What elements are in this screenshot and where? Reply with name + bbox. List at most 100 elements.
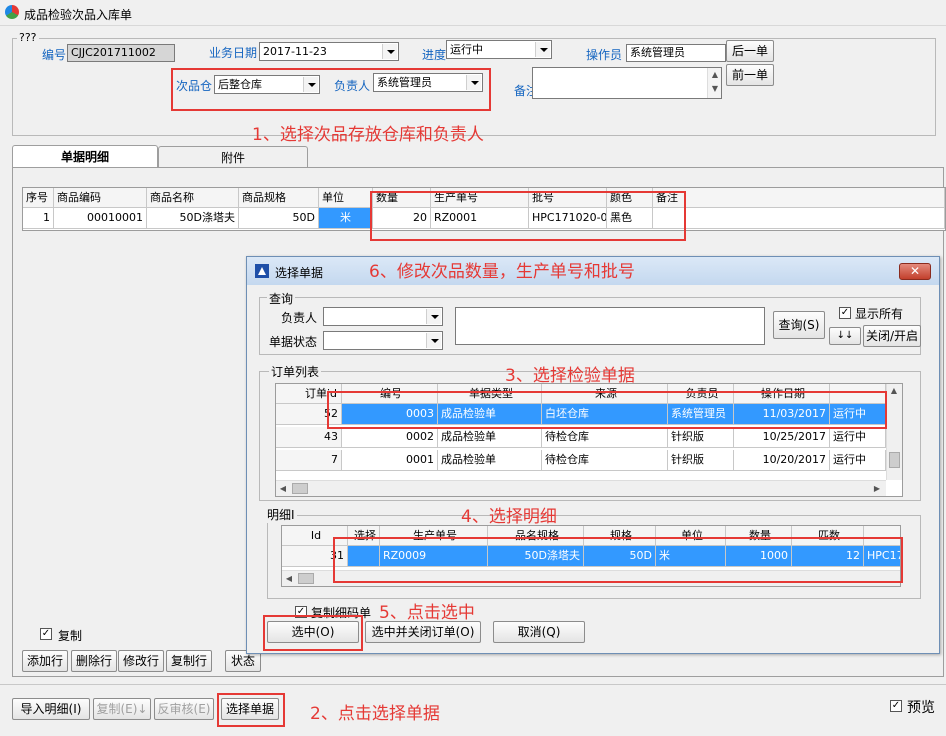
scroll-thumb[interactable] [292, 483, 308, 494]
dialog-status-select[interactable] [323, 331, 443, 350]
dialog-app-icon [255, 264, 269, 278]
annotation-6: 6、修改次品数量，生产单号和批号 [369, 262, 635, 282]
dialog-status-label: 单据状态 [269, 335, 318, 349]
scroll-thumb[interactable] [889, 452, 900, 468]
query-label: 查询 [267, 290, 296, 307]
expand-button[interactable]: ↓↓ [829, 327, 861, 345]
cell[interactable]: 针织版 [668, 427, 734, 448]
chevron-down-icon[interactable] [382, 44, 397, 59]
highlight-box-detail [333, 537, 903, 583]
cancel-button[interactable]: 取消(Q) [493, 621, 585, 643]
remark-scrollbar[interactable]: ▲ ▼ [707, 68, 721, 98]
cell[interactable]: 43 [276, 427, 342, 448]
highlight-box-select [263, 615, 363, 651]
window-title: 成品检验次品入库单 [24, 8, 133, 22]
col-header[interactable]: 商品规格 [239, 188, 319, 208]
col-header[interactable]: 备注 [653, 188, 945, 208]
toggle-button[interactable]: 关闭/开启 [863, 325, 921, 347]
cell[interactable]: 0001 [342, 450, 438, 471]
cell[interactable]: 运行中 [830, 450, 886, 471]
scroll-up-icon[interactable]: ▲ [887, 384, 901, 398]
divider [0, 684, 946, 685]
edit-row-button[interactable]: 修改行 [118, 650, 164, 672]
show-all-checkbox[interactable]: ✓ [839, 307, 851, 319]
cell[interactable] [653, 208, 945, 229]
table-row[interactable]: 43 0002 成品检验单 待检仓库 针织版 10/25/2017 运行中 [276, 427, 886, 450]
highlight-box-order [327, 391, 887, 429]
cell[interactable]: 10/25/2017 [734, 427, 830, 448]
chevron-down-icon[interactable] [426, 309, 441, 324]
annotation-5: 5、点击选中 [379, 603, 475, 623]
unapprove-button[interactable]: 反审核(E) [154, 698, 214, 720]
col-header[interactable]: 单位 [319, 188, 373, 208]
tab-detail[interactable]: 单据明细 [12, 145, 158, 168]
cell[interactable]: 针织版 [668, 450, 734, 471]
order-horizontal-scrollbar[interactable]: ◀ ▶ [276, 480, 886, 496]
remark-textarea[interactable]: ▲ ▼ [532, 67, 722, 99]
scroll-up-icon[interactable]: ▲ [708, 68, 722, 82]
col-header[interactable]: 商品编码 [54, 188, 147, 208]
highlight-box-select-doc [217, 693, 285, 727]
highlight-box-warehouse [171, 68, 491, 111]
copy-down-button[interactable]: 复制(E)↓ [93, 698, 151, 720]
title-bar [0, 0, 946, 26]
operator-field[interactable]: 系统管理员 [626, 44, 726, 62]
date-picker[interactable]: 2017-11-23 [259, 42, 399, 61]
preview-checkbox[interactable]: ✓ [890, 700, 902, 712]
annotation-1: 1、选择次品存放仓库和负责人 [252, 125, 484, 145]
delete-row-button[interactable]: 删除行 [71, 650, 117, 672]
select-close-button[interactable]: 选中并关闭订单(O) [365, 621, 481, 643]
cell[interactable]: 7 [276, 450, 342, 471]
select-document-dialog: 选择单据 ✕ 6、修改次品数量，生产单号和批号 查询 负责人 单据状态 查询(S… [246, 256, 940, 654]
cell[interactable]: 10/20/2017 [734, 450, 830, 471]
close-icon[interactable]: ✕ [899, 263, 931, 280]
cell[interactable]: 50D [239, 208, 319, 229]
preview-label: 预览 [907, 700, 935, 716]
cell[interactable]: 00010001 [54, 208, 147, 229]
chevron-down-icon[interactable] [426, 333, 441, 348]
cell[interactable]: 成品检验单 [438, 427, 542, 448]
annotation-2: 2、点击选择单据 [310, 704, 440, 724]
scroll-left-icon[interactable]: ◀ [282, 572, 296, 586]
copy-row-button[interactable]: 复制行 [166, 650, 212, 672]
annotation-4: 4、选择明细 [461, 507, 557, 527]
copy-label: 复制 [58, 629, 83, 643]
add-row-button[interactable]: 添加行 [22, 650, 68, 672]
col-header[interactable]: 商品名称 [147, 188, 239, 208]
cell[interactable]: 0002 [342, 427, 438, 448]
cell[interactable]: 运行中 [830, 427, 886, 448]
code-field[interactable]: CJJC201711002 [67, 44, 175, 62]
cell[interactable]: 待检仓库 [542, 427, 668, 448]
cell[interactable]: 50D涤塔夫 [147, 208, 239, 229]
query-button[interactable]: 查询(S) [773, 311, 825, 339]
show-all-label: 显示所有 [855, 307, 904, 321]
progress-value: 运行中 [450, 43, 483, 56]
scroll-thumb[interactable] [298, 573, 314, 584]
header-group-label: ??? [17, 31, 39, 44]
import-detail-button[interactable]: 导入明细(I) [12, 698, 90, 720]
prev-record-button[interactable]: 前一单 [726, 64, 774, 86]
dialog-title: 选择单据 [275, 266, 324, 280]
query-text-field[interactable] [455, 307, 765, 345]
copy-checkbox[interactable]: ✓ [40, 628, 52, 640]
dialog-person-select[interactable] [323, 307, 443, 326]
operator-label: 操作员 [586, 48, 623, 62]
cell[interactable]: 1 [23, 208, 54, 229]
scroll-right-icon[interactable]: ▶ [870, 482, 884, 496]
tab-attachment[interactable]: 附件 [158, 146, 308, 168]
code-label: 编号 [42, 48, 67, 62]
cell[interactable]: 成品检验单 [438, 450, 542, 471]
order-vertical-scrollbar[interactable]: ▲ [886, 384, 902, 480]
next-record-button[interactable]: 后一单 [726, 40, 774, 62]
chevron-down-icon[interactable] [535, 42, 550, 57]
triangle-icon [258, 267, 266, 275]
col-header[interactable]: 序号 [23, 188, 54, 208]
dialog-person-label: 负责人 [281, 311, 318, 325]
cell[interactable]: 米 [319, 208, 373, 229]
date-label: 业务日期 [209, 46, 258, 60]
scroll-left-icon[interactable]: ◀ [276, 482, 290, 496]
scroll-down-icon[interactable]: ▼ [708, 82, 722, 96]
table-row[interactable]: 7 0001 成品检验单 待检仓库 针织版 10/20/2017 运行中 [276, 450, 886, 473]
cell[interactable]: 待检仓库 [542, 450, 668, 471]
progress-select[interactable]: 运行中 [446, 40, 552, 59]
